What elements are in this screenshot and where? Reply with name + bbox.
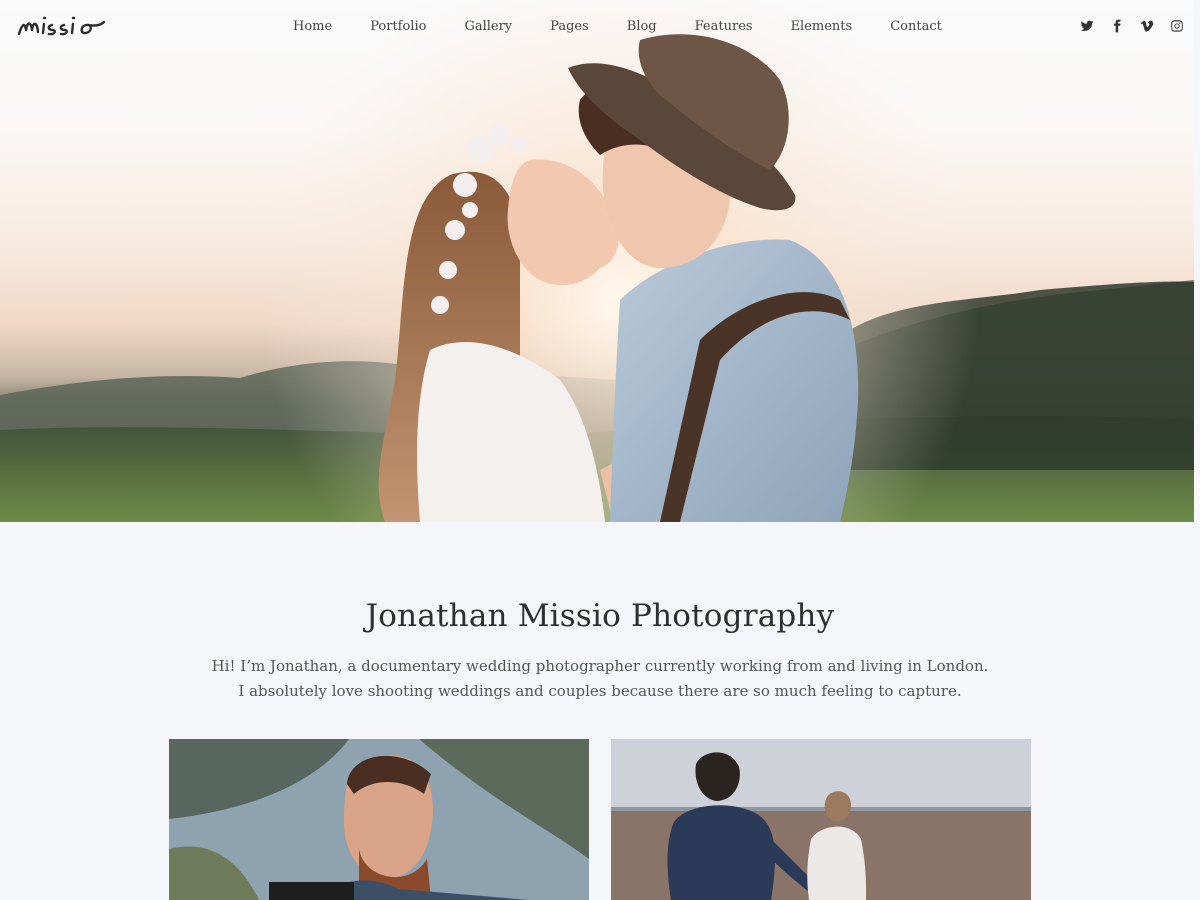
nav-elements[interactable]: Elements	[772, 17, 872, 37]
nav-blog[interactable]: Blog	[608, 17, 676, 37]
instagram-icon[interactable]	[1170, 18, 1184, 34]
gallery-card-photographer[interactable]	[169, 739, 589, 900]
nav-features[interactable]: Features	[676, 17, 772, 37]
social-links	[1080, 18, 1184, 34]
hero-image	[0, 0, 1194, 522]
nav-contact[interactable]: Contact	[871, 17, 961, 37]
site-header: Home Portfolio Gallery Pages Blog Featur…	[0, 0, 1200, 54]
nav-gallery[interactable]: Gallery	[445, 17, 531, 37]
page-title: Jonathan Missio Photography	[365, 598, 835, 634]
nav-home[interactable]: Home	[274, 17, 351, 37]
twitter-icon[interactable]	[1080, 18, 1094, 34]
main-nav: Home Portfolio Gallery Pages Blog Featur…	[274, 17, 961, 37]
facebook-icon[interactable]	[1110, 18, 1124, 34]
site-logo[interactable]	[16, 4, 126, 44]
vimeo-icon[interactable]	[1140, 18, 1154, 34]
intro-text: Hi! I’m Jonathan, a documentary wedding …	[0, 654, 1200, 704]
intro-line-2: I absolutely love shooting weddings and …	[238, 682, 962, 700]
intro-section: Jonathan Missio Photography Hi! I’m Jona…	[0, 598, 1200, 704]
intro-line-1: Hi! I’m Jonathan, a documentary wedding …	[211, 657, 989, 675]
gallery-card-couple-beach[interactable]	[611, 739, 1031, 900]
nav-portfolio[interactable]: Portfolio	[351, 17, 445, 37]
nav-pages[interactable]: Pages	[531, 17, 608, 37]
